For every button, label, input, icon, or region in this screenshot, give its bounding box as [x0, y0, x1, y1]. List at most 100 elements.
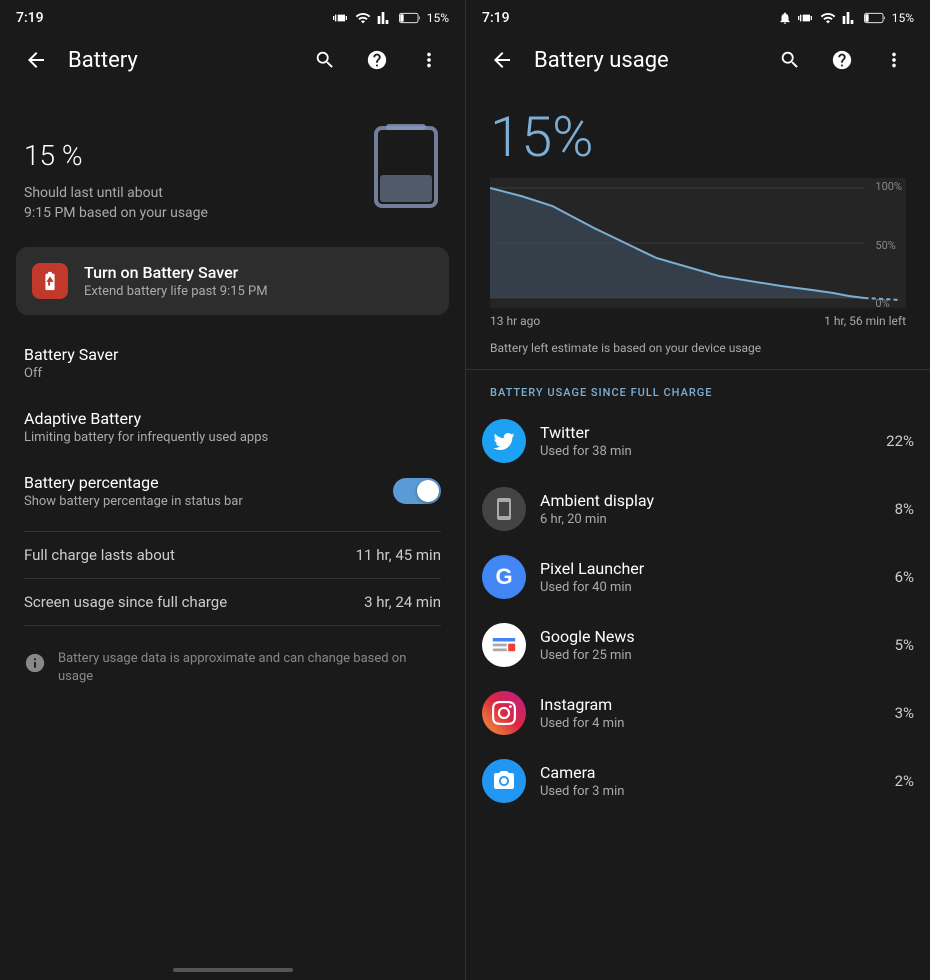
twitter-percent: 22% [886, 432, 914, 450]
status-icons-left: 15% [333, 10, 449, 26]
battery-saver-text: Turn on Battery Saver Extend battery lif… [84, 263, 268, 299]
battery-saver-card[interactable]: Turn on Battery Saver Extend battery lif… [16, 247, 449, 315]
back-button-right[interactable] [482, 40, 522, 80]
page-title-left: Battery [68, 48, 293, 73]
pixel-name: Pixel Launcher [540, 559, 881, 578]
app-item-ambient[interactable]: Ambient display 6 hr, 20 min 8% [466, 475, 930, 543]
pixel-usage: Used for 40 min [540, 580, 881, 595]
app-item-camera[interactable]: Camera Used for 3 min 2% [466, 747, 930, 815]
chart-x-start: 13 hr ago [490, 314, 540, 328]
battery-status-icon-right [864, 12, 886, 24]
gnews-icon [482, 623, 526, 667]
vibrate-icon-right [798, 10, 814, 26]
twitter-info: Twitter Used for 38 min [540, 423, 872, 459]
home-bar-left [173, 968, 293, 972]
right-panel: 7:19 15% Battery usage [465, 0, 930, 980]
app-bar-left: Battery [0, 32, 465, 88]
app-list: Twitter Used for 38 min 22% Ambient disp… [466, 407, 930, 815]
screen-usage-value: 3 hr, 24 min [364, 593, 441, 611]
battery-saver-title: Turn on Battery Saver [84, 263, 268, 282]
home-indicator-left [0, 956, 465, 980]
battery-usage-percent: 15% [466, 88, 930, 178]
gnews-percent: 5% [895, 636, 914, 654]
battery-description: Should last until about 9:15 PM based on… [24, 184, 355, 223]
status-icons-right: 15% [778, 10, 914, 26]
battery-percent-status-left: 15% [427, 11, 449, 25]
app-bar-right: Battery usage [466, 32, 930, 88]
twitter-icon [482, 419, 526, 463]
search-button-left[interactable] [305, 40, 345, 80]
full-charge-value: 11 hr, 45 min [356, 546, 441, 564]
pixel-info: Pixel Launcher Used for 40 min [540, 559, 881, 595]
battery-percentage-setting[interactable]: Battery percentage Show battery percenta… [0, 459, 465, 523]
instagram-icon [482, 691, 526, 735]
help-button-left[interactable] [357, 40, 397, 80]
pixel-icon: G [482, 555, 526, 599]
signal-icon-right [842, 10, 858, 26]
battery-hero: 15 % Should last until about 9:15 PM bas… [0, 88, 465, 239]
ambient-usage: 6 hr, 20 min [540, 512, 881, 527]
camera-name: Camera [540, 763, 881, 782]
ambient-percent: 8% [895, 500, 914, 518]
usage-section-title: BATTERY USAGE SINCE FULL CHARGE [466, 370, 930, 407]
battery-chart [490, 178, 906, 308]
full-charge-label: Full charge lasts about [24, 546, 175, 564]
battery-percent-status-right: 15% [892, 11, 914, 25]
camera-usage: Used for 3 min [540, 784, 881, 799]
signal-icon [377, 10, 393, 26]
battery-saver-setting[interactable]: Battery Saver Off [0, 331, 465, 395]
chart-note: Battery left estimate is based on your d… [466, 336, 930, 369]
app-item-twitter[interactable]: Twitter Used for 38 min 22% [466, 407, 930, 475]
instagram-usage: Used for 4 min [540, 716, 881, 731]
time-left: 7:19 [16, 10, 44, 26]
help-button-right[interactable] [822, 40, 862, 80]
chart-x-end: 1 hr, 56 min left [824, 314, 906, 328]
page-title-right: Battery usage [534, 48, 758, 73]
gnews-name: Google News [540, 627, 881, 646]
more-options-button-left[interactable] [409, 40, 449, 80]
battery-hero-info: 15 % Should last until about 9:15 PM bas… [24, 112, 355, 223]
footer-note-text: Battery usage data is approximate and ca… [58, 650, 441, 686]
toggle-thumb [417, 480, 439, 502]
footer-note: Battery usage data is approximate and ca… [0, 634, 465, 702]
search-button-right[interactable] [770, 40, 810, 80]
adaptive-battery-setting[interactable]: Adaptive Battery Limiting battery for in… [0, 395, 465, 459]
screen-usage-label: Screen usage since full charge [24, 593, 227, 611]
pixel-percent: 6% [895, 568, 914, 586]
settings-list: Battery Saver Off Adaptive Battery Limit… [0, 323, 465, 531]
battery-percent-display: 15 % [24, 112, 355, 176]
camera-info: Camera Used for 3 min [540, 763, 881, 799]
more-options-button-right[interactable] [874, 40, 914, 80]
status-bar-left: 7:19 15% [0, 0, 465, 32]
vibrate-icon [333, 10, 349, 26]
time-right: 7:19 [482, 10, 510, 26]
ambient-icon [482, 487, 526, 531]
adaptive-battery-label: Adaptive Battery Limiting battery for in… [24, 409, 268, 445]
camera-icon [482, 759, 526, 803]
divider-3 [24, 625, 441, 626]
full-charge-stat: Full charge lasts about 11 hr, 45 min [0, 532, 465, 578]
screen-usage-stat: Screen usage since full charge 3 hr, 24 … [0, 579, 465, 625]
gnews-usage: Used for 25 min [540, 648, 881, 663]
app-item-instagram[interactable]: Instagram Used for 4 min 3% [466, 679, 930, 747]
status-bar-right: 7:19 15% [466, 0, 930, 32]
app-item-gnews[interactable]: Google News Used for 25 min 5% [466, 611, 930, 679]
battery-saver-label: Battery Saver Off [24, 345, 118, 381]
battery-saver-icon [32, 263, 68, 299]
chart-y-0: 0% [875, 297, 902, 310]
instagram-name: Instagram [540, 695, 881, 714]
left-panel: 7:19 15% Battery [0, 0, 465, 980]
wifi-icon [355, 10, 371, 26]
app-item-pixel[interactable]: G Pixel Launcher Used for 40 min 6% [466, 543, 930, 611]
battery-percentage-toggle[interactable] [393, 478, 441, 504]
back-button-left[interactable] [16, 40, 56, 80]
camera-percent: 2% [895, 772, 914, 790]
gnews-info: Google News Used for 25 min [540, 627, 881, 663]
chart-x-labels: 13 hr ago 1 hr, 56 min left [490, 308, 906, 328]
twitter-name: Twitter [540, 423, 872, 442]
twitter-usage: Used for 38 min [540, 444, 872, 459]
ambient-name: Ambient display [540, 491, 881, 510]
battery-chart-container: 100% 50% 0% 13 hr ago 1 hr, 56 min left [466, 178, 930, 336]
instagram-percent: 3% [895, 704, 914, 722]
battery-large-icon [371, 120, 441, 210]
